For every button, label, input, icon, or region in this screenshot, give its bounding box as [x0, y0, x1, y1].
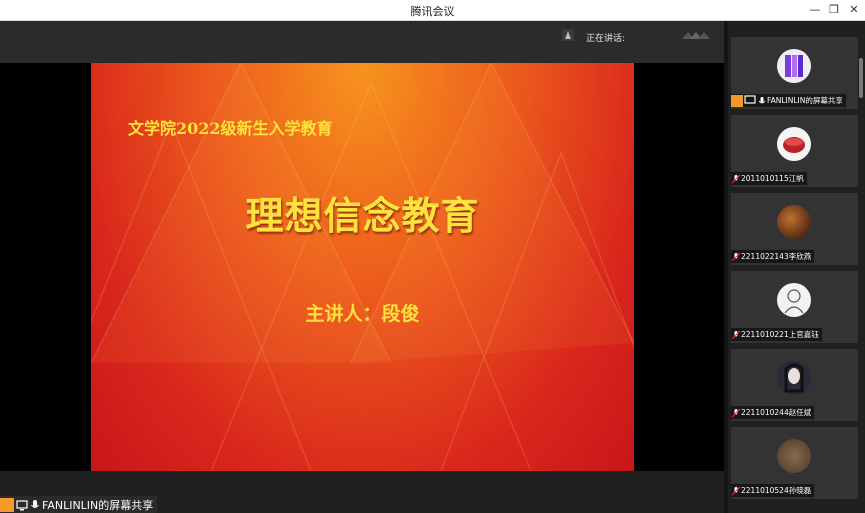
- microphone-muted-icon: [731, 330, 741, 339]
- participant-name: 2211022143李欣燕: [741, 252, 812, 261]
- microphone-muted-icon: [731, 252, 741, 261]
- bottom-bar: FANLINLIN的屏幕共享: [0, 471, 724, 513]
- microphone-muted-icon: [731, 408, 741, 417]
- participant-namebar: 2211022143李欣燕: [731, 250, 815, 263]
- presentation-slide: 文学院2022级新生入学教育 理想信念教育 主讲人：段俊: [91, 63, 634, 471]
- microphone-muted-icon: [731, 486, 741, 495]
- microphone-muted-icon: [731, 174, 741, 183]
- user-icon: [0, 497, 14, 512]
- participant-namebar: FANLINLIN的屏幕共享: [731, 94, 846, 107]
- participant-name: FANLINLIN的屏幕共享: [767, 96, 843, 105]
- meeting-topbar: 正在讲话:: [0, 21, 724, 63]
- user-icon: [731, 94, 743, 107]
- tencent-meeting-logo-icon: [682, 32, 710, 39]
- avatar: [777, 283, 811, 317]
- minimize-icon[interactable]: —: [807, 2, 823, 18]
- participant-tile[interactable]: FANLINLIN的屏幕共享: [731, 37, 858, 109]
- participant-namebar: 2211010524孙晓磊: [731, 484, 815, 497]
- microphone-icon: [758, 96, 766, 103]
- participant-tile[interactable]: 2211022143李欣燕: [731, 193, 858, 265]
- shared-screen-stage[interactable]: 文学院2022级新生入学教育 理想信念教育 主讲人：段俊: [0, 63, 724, 471]
- participant-tile[interactable]: 2011010115江帆: [731, 115, 858, 187]
- restore-icon[interactable]: ❐: [826, 2, 842, 18]
- participant-namebar: 2211010221上官嘉钰: [731, 328, 822, 341]
- window-title: 腾讯会议: [410, 5, 455, 18]
- window-titlebar: 腾讯会议 — ❐ ✕: [0, 0, 865, 21]
- avatar: [777, 49, 811, 83]
- participant-tile[interactable]: 2211010244赵任斌: [731, 349, 858, 421]
- avatar: [777, 439, 811, 473]
- participant-name: 2211010524孙晓磊: [741, 486, 812, 495]
- avatar: [777, 127, 811, 161]
- participant-name: 2211010221上官嘉钰: [741, 330, 819, 339]
- participants-scrollbar[interactable]: [859, 58, 863, 98]
- screen-share-tag: FANLINLIN的屏幕共享: [0, 496, 158, 513]
- participant-tile[interactable]: 2211010524孙晓磊: [731, 427, 858, 499]
- slide-title: 理想信念教育: [245, 193, 480, 238]
- screen-share-icon: [744, 95, 756, 104]
- screen-share-icon: [16, 499, 28, 510]
- avatar: [777, 361, 811, 395]
- speaker-avatar-icon: [562, 29, 574, 41]
- participant-namebar: 2211010244赵任斌: [731, 406, 815, 419]
- slide-speaker: 主讲人：段俊: [305, 303, 420, 325]
- microphone-icon: [31, 499, 39, 508]
- screen-share-label: FANLINLIN的屏幕共享: [42, 498, 154, 512]
- speaking-label: 正在讲话:: [586, 34, 626, 44]
- participant-name: 2211010244赵任斌: [741, 408, 812, 417]
- participant-name: 2011010115江帆: [741, 174, 804, 183]
- participants-panel: FANLINLIN的屏幕共享 2011010115江帆 2211022143李欣…: [728, 21, 865, 513]
- participant-namebar: 2011010115江帆: [731, 172, 807, 185]
- avatar: [777, 205, 811, 239]
- slide-subtitle: 文学院2022级新生入学教育: [128, 119, 333, 138]
- close-icon[interactable]: ✕: [846, 2, 862, 18]
- participant-tile[interactable]: 2211010221上官嘉钰: [731, 271, 858, 343]
